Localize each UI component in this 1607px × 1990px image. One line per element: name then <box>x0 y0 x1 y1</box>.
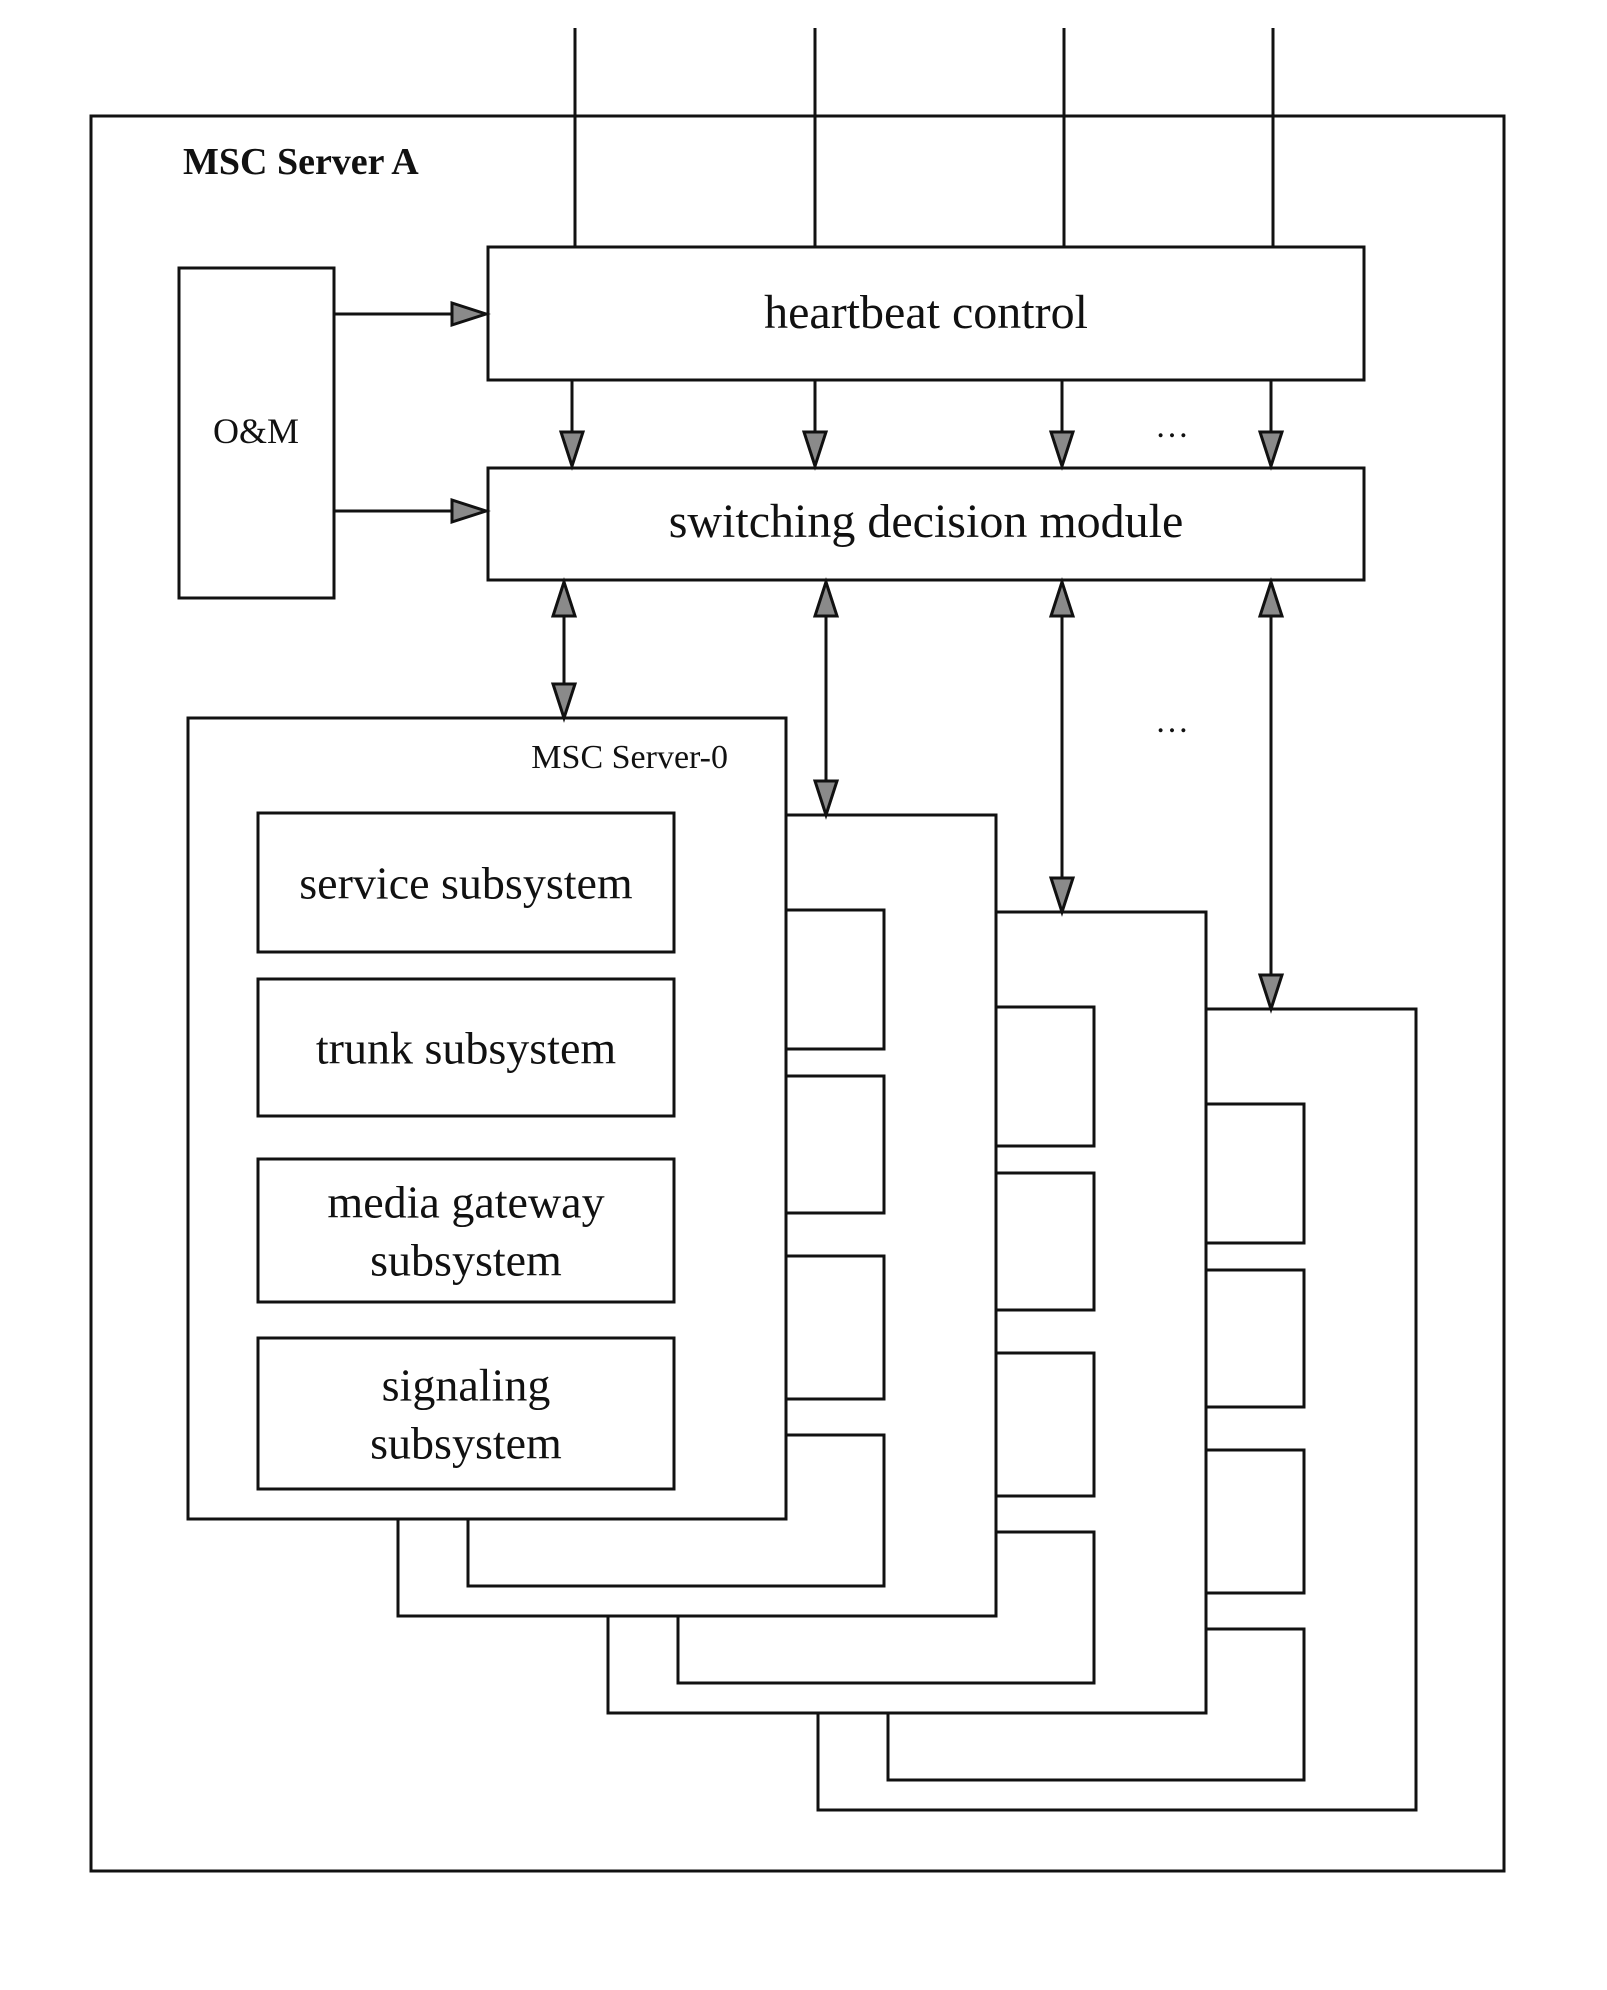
msc-server-a-title: MSC Server A <box>183 141 419 183</box>
ellipsis-upper: … <box>1155 408 1189 445</box>
subsystem-label: trunk subsystem <box>316 1023 617 1074</box>
subsystem-label: media gateway <box>327 1177 604 1228</box>
heartbeat-control-label: heartbeat control <box>764 286 1088 339</box>
server-0: service subsystem trunk subsystem media ga… <box>186 716 788 1521</box>
ellipsis-lower: … <box>1155 703 1189 740</box>
server-label: MSC Server-0 <box>531 739 728 776</box>
subsystem-box: trunk subsystem <box>256 977 676 1118</box>
om-label: O&M <box>213 411 299 451</box>
subsystem-label: service subsystem <box>299 858 633 909</box>
subsystem-box: signaling subsystem <box>256 1336 676 1491</box>
subsystem-box: media gateway subsystem <box>256 1157 676 1304</box>
switching-decision-label: switching decision module <box>669 495 1184 548</box>
subsystem-label: subsystem <box>370 1418 562 1469</box>
subsystem-label: subsystem <box>370 1235 562 1286</box>
msc-server-diagram: MSC Server A O&M heartbeat control switc… <box>89 28 1506 1873</box>
subsystem-box: service subsystem <box>256 811 676 954</box>
subsystem-label: signaling <box>382 1360 551 1411</box>
